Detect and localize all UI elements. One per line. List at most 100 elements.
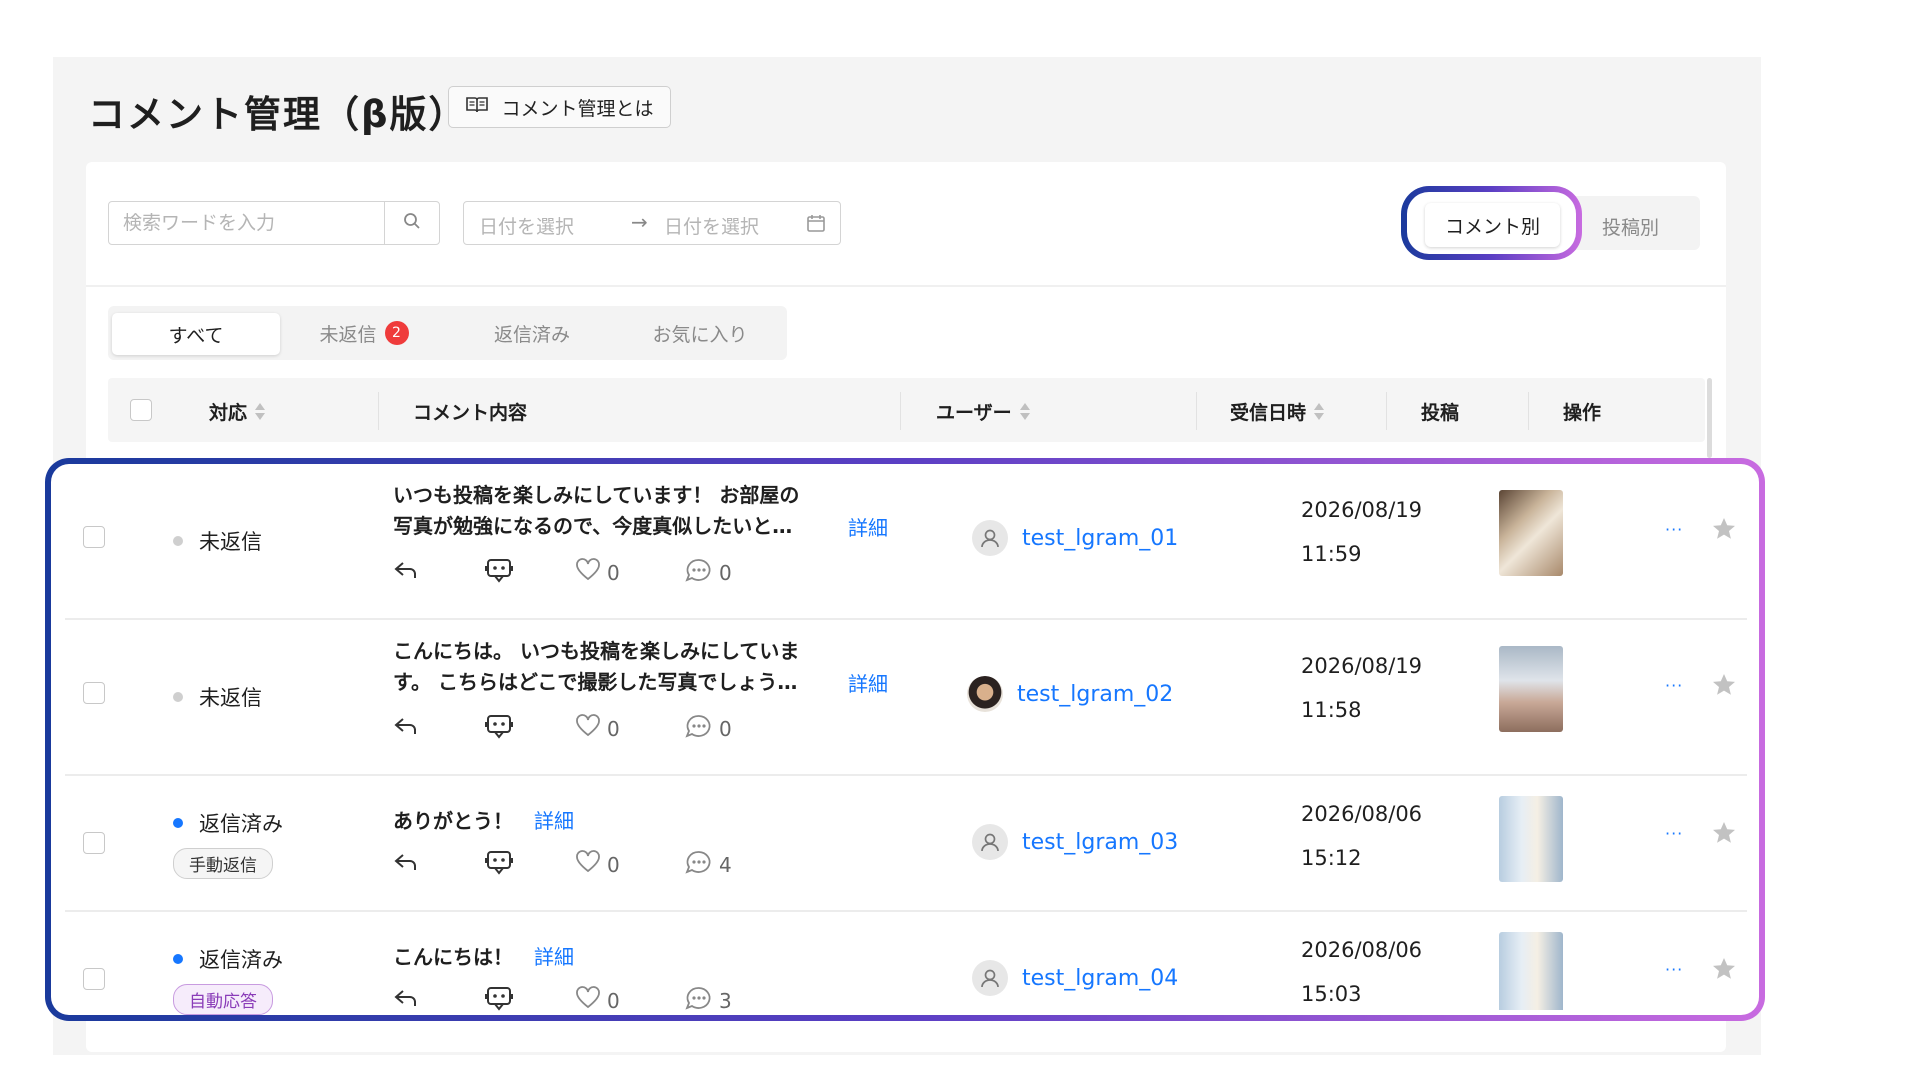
received-date: 2026/08/19 [1301, 498, 1423, 522]
received-time: 11:59 [1301, 542, 1362, 566]
comment-rows: 未返信 いつも投稿を楽しみにしています！ お部屋の 写真が勉強になるので、今度真… [45, 458, 1765, 1021]
header-separator [900, 392, 901, 430]
favorite-star-icon[interactable] [1711, 956, 1737, 986]
reply-button[interactable] [393, 715, 485, 742]
replies-button[interactable]: 4 [685, 849, 732, 880]
sort-icon[interactable] [1019, 402, 1030, 421]
book-icon [465, 95, 489, 120]
ai-reply-button[interactable] [485, 713, 575, 744]
row-checkbox[interactable] [83, 832, 105, 854]
table-row: 返信済み 手動返信 ありがとう！ 詳細 0 4 test_lgram_03 20… [51, 776, 1759, 910]
chat-bubble-icon [685, 557, 713, 588]
post-thumbnail[interactable] [1499, 796, 1563, 882]
date-start-field[interactable]: 日付を選択 [479, 212, 574, 239]
like-count: 0 [607, 560, 620, 585]
ai-chat-icon [485, 985, 513, 1016]
like-button[interactable]: 0 [575, 850, 685, 879]
username-link[interactable]: test_lgram_02 [1017, 682, 1173, 707]
like-button[interactable]: 0 [575, 986, 685, 1015]
post-thumbnail[interactable] [1499, 646, 1563, 732]
replies-button[interactable]: 0 [685, 557, 732, 588]
comment-text: いつも投稿を楽しみにしています！ お部屋の 写真が勉強になるので、今度真似したい… [393, 480, 799, 542]
received-datetime: 2026/08/06 15:12 [1301, 792, 1422, 880]
date-end-field[interactable]: 日付を選択 [664, 212, 759, 239]
more-options-button[interactable]: ··· [1665, 824, 1683, 843]
post-thumbnail[interactable] [1499, 490, 1563, 576]
like-button[interactable]: 0 [575, 558, 685, 587]
avatar [967, 676, 1003, 712]
more-options-button[interactable]: ··· [1665, 676, 1683, 695]
detail-link[interactable]: 詳細 [534, 809, 574, 833]
status-label: 未返信 [199, 530, 262, 554]
header-comment: コメント内容 [413, 398, 527, 425]
username-link[interactable]: test_lgram_03 [1022, 830, 1178, 855]
like-button[interactable]: 0 [575, 714, 685, 743]
more-options-button[interactable]: ··· [1665, 520, 1683, 539]
username-link[interactable]: test_lgram_01 [1022, 526, 1178, 551]
header-received[interactable]: 受信日時 [1230, 398, 1325, 425]
view-by-post-button[interactable]: 投稿別 [1602, 213, 1659, 240]
search-button[interactable] [384, 202, 439, 244]
guide-button[interactable]: コメント管理とは [448, 86, 671, 128]
row-checkbox[interactable] [83, 682, 105, 704]
reply-button[interactable] [393, 559, 485, 586]
table-row: 未返信 こんにちは。 いつも投稿を楽しみにしていま す。 こちらはどこで撮影した… [51, 620, 1759, 774]
row-checkbox[interactable] [83, 968, 105, 990]
status-label: 返信済み [199, 948, 283, 972]
user-cell[interactable]: test_lgram_04 [972, 960, 1178, 996]
username-link[interactable]: test_lgram_04 [1022, 966, 1178, 991]
reply-icon [393, 851, 419, 878]
comment-line: 写真が勉強になるので、今度真似したいと… [393, 514, 793, 538]
header-status-label: 対応 [209, 402, 248, 424]
status-cell: 未返信 [173, 526, 262, 556]
tab-all[interactable]: すべて [112, 313, 280, 355]
calendar-icon[interactable] [806, 213, 826, 238]
comment-line: す。 こちらはどこで撮影した写真でしょう… [393, 670, 798, 694]
user-cell[interactable]: test_lgram_01 [972, 520, 1178, 556]
detail-link[interactable]: 詳細 [848, 512, 888, 541]
post-thumbnail[interactable] [1499, 932, 1563, 1010]
favorite-star-icon[interactable] [1711, 672, 1737, 702]
tab-unreplied[interactable]: 未返信 2 [280, 306, 448, 360]
reply-type-cell: 自動応答 [173, 984, 273, 1015]
user-cell[interactable]: test_lgram_02 [967, 676, 1173, 712]
received-datetime: 2026/08/06 15:03 [1301, 928, 1422, 1016]
ai-chat-icon [485, 849, 513, 880]
reply-button[interactable] [393, 987, 485, 1014]
header-user[interactable]: ユーザー [936, 398, 1030, 425]
table-scrollbar[interactable] [1707, 378, 1712, 458]
header-received-label: 受信日時 [1230, 402, 1307, 424]
replies-button[interactable]: 3 [685, 985, 732, 1016]
more-options-button[interactable]: ··· [1665, 960, 1683, 979]
ai-reply-button[interactable] [485, 985, 575, 1016]
received-time: 15:03 [1301, 982, 1362, 1006]
search-input[interactable] [109, 202, 384, 244]
date-range-picker[interactable]: 日付を選択 → 日付を選択 [463, 201, 841, 245]
sort-icon[interactable] [1314, 402, 1325, 421]
tab-favorites[interactable]: お気に入り [616, 306, 784, 360]
favorite-star-icon[interactable] [1711, 516, 1737, 546]
like-count: 0 [607, 716, 620, 741]
ai-reply-button[interactable] [485, 557, 575, 588]
header-post: 投稿 [1421, 398, 1459, 425]
replies-button[interactable]: 0 [685, 713, 732, 744]
status-dot [173, 692, 183, 702]
like-count: 0 [607, 988, 620, 1013]
detail-link[interactable]: 詳細 [534, 945, 574, 969]
header-status[interactable]: 対応 [209, 398, 266, 425]
favorite-star-icon[interactable] [1711, 820, 1737, 850]
detail-link[interactable]: 詳細 [848, 668, 888, 697]
user-cell[interactable]: test_lgram_03 [972, 824, 1178, 860]
view-by-comment-button[interactable]: コメント別 [1425, 203, 1560, 247]
row-checkbox[interactable] [83, 526, 105, 548]
select-all-checkbox[interactable] [130, 399, 152, 421]
ai-reply-button[interactable] [485, 849, 575, 880]
reply-count: 3 [719, 988, 732, 1013]
chat-bubble-icon [685, 985, 713, 1016]
reply-button[interactable] [393, 851, 485, 878]
like-count: 0 [607, 852, 620, 877]
status-dot [173, 536, 183, 546]
tab-replied[interactable]: 返信済み [448, 306, 616, 360]
sort-icon[interactable] [255, 402, 266, 421]
comment-text: ありがとう！ 詳細 [393, 806, 574, 837]
